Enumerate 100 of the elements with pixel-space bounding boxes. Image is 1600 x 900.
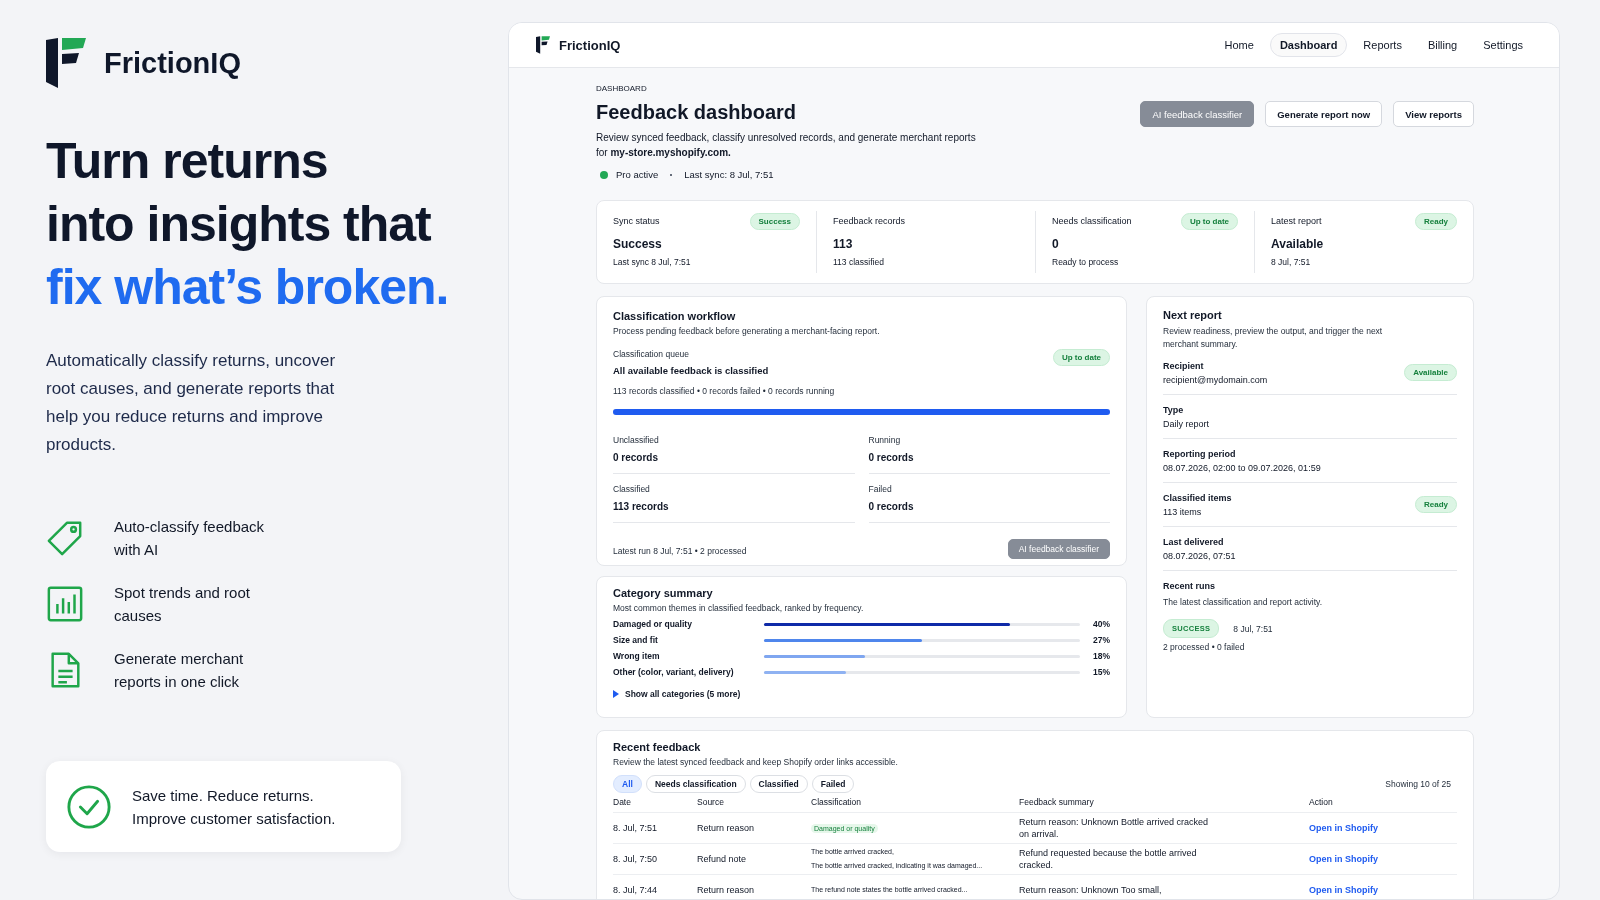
stat-value: Success (613, 237, 663, 251)
queue-status: All available feedback is classified (613, 365, 769, 376)
status-badge: Ready (1415, 212, 1457, 230)
table-cell-text: Return reason (697, 885, 756, 895)
tag-icon (46, 519, 84, 557)
card-description: Review readiness, preview the output, and trigger the next merchant summary. (1163, 325, 1383, 351)
stat-subtext: Ready to process (1052, 257, 1120, 267)
headline-line: into insights that (46, 195, 432, 254)
action-button[interactable]: Generate report now (1265, 101, 1383, 127)
cell-value: 0 records (868, 501, 915, 512)
table-cell-text: Return reason: Unknown Bottle arrived cracked on arrival. (1019, 816, 1210, 840)
logo-icon (46, 38, 86, 88)
category-name: Size and fit (613, 635, 659, 645)
field-value: 113 items (1163, 507, 1203, 517)
app-name: FrictionIQ (559, 37, 621, 53)
field-value: Daily report (1163, 419, 1209, 429)
nav-link[interactable]: Settings (1473, 33, 1533, 57)
triangle-icon (613, 690, 619, 698)
column-header: Date (613, 797, 632, 807)
cell-value: 113 records (613, 501, 670, 512)
cell-value: 0 records (613, 452, 660, 463)
category-name: Other (color, variant, delivery) (613, 667, 735, 677)
last-sync: Last sync: 8 Jul, 7:51 (684, 169, 774, 180)
card-title: Classification workflow (613, 310, 737, 322)
filter-chip[interactable]: Needs classification (645, 775, 746, 793)
stat-label: Sync status (613, 216, 660, 226)
status-badge: Available (1404, 363, 1457, 381)
feature-text: Auto-classify feedback with AI (114, 517, 266, 560)
category-name: Damaged or quality (613, 619, 693, 629)
stat-value: 113 (833, 237, 854, 251)
logo-icon (536, 36, 550, 54)
filter-chip[interactable]: All (613, 775, 642, 793)
hero-description: Automatically classify returns, uncover root causes, and generate reports that help you reduce returns and improve products. (46, 350, 337, 456)
card-title: Category summary (613, 587, 714, 599)
stat-subtext: 113 classified (833, 257, 885, 267)
filter-chip[interactable]: Failed (811, 775, 855, 793)
table-cell-text: 8. Jul, 7:51 (613, 823, 659, 833)
callout-text: Save time. Reduce returns. Improve customer satisfaction. (132, 785, 337, 829)
table-cell-text: 8. Jul, 7:50 (613, 854, 659, 864)
run-detail: 2 processed • 0 failed (1163, 642, 1246, 652)
action-button[interactable]: View reports (1393, 101, 1474, 127)
column-header: Action (1309, 797, 1334, 807)
category-percent: 18% (1092, 651, 1110, 661)
stat-value: 0 (1052, 237, 1060, 251)
open-link[interactable]: Open in Shopify (1309, 823, 1378, 833)
field-label: Type (1163, 405, 1185, 415)
cell-value: 0 records (868, 452, 915, 463)
column-header: Classification (811, 797, 863, 807)
column-header: Source (697, 797, 725, 807)
table-cell-text: 8. Jul, 7:44 (613, 885, 659, 895)
field-label: Reporting period (1163, 449, 1237, 459)
cell-label: Unclassified (613, 435, 660, 445)
bar-chart-icon (46, 585, 84, 623)
nav-link[interactable]: Dashboard (1269, 33, 1348, 57)
stat-label: Feedback records (833, 216, 906, 226)
run-time: 8 Jul, 7:51 (1233, 623, 1273, 634)
stat-label: Needs classification (1052, 216, 1132, 226)
status-badge: Up to date (1052, 349, 1110, 366)
status-badge: Success (749, 212, 800, 230)
category-percent: 15% (1092, 667, 1110, 677)
field-label: Classified items (1163, 493, 1232, 503)
brand-name: FrictionIQ (104, 46, 241, 80)
result-count: Showing 10 of 25 (1385, 779, 1451, 789)
open-link[interactable]: Open in Shopify (1309, 854, 1378, 864)
page-title: Feedback dashboard (596, 101, 798, 124)
queue-counts: 113 records classified • 0 records failed • 0 records running (613, 386, 836, 396)
cell-label: Failed (868, 484, 893, 494)
queue-label: Classification queue (613, 349, 691, 359)
nav-link[interactable]: Reports (1353, 33, 1412, 57)
table-cell-text: Return reason (697, 823, 756, 833)
stat-label: Latest report (1271, 216, 1322, 226)
card-title: Recent feedback (613, 741, 702, 753)
category-percent: 40% (1092, 619, 1110, 629)
page-description: Review synced feedback, classify unresolved records, and generate merchant reports for my-store.myshopify.com. (596, 131, 976, 160)
field-value: 08.07.2026, 07:51 (1163, 551, 1236, 561)
stat-value: Available (1271, 237, 1325, 251)
plan-status: Pro active (616, 169, 659, 180)
field-value: recipient@mydomain.com (1163, 375, 1268, 385)
field-label: Last delivered (1163, 537, 1225, 547)
section-description: The latest classification and report activity. (1163, 597, 1324, 607)
section-label: Recent runs (1163, 581, 1216, 591)
latest-run: Latest run 8 Jul, 7:51 • 2 processed (613, 546, 747, 556)
card-description: Process pending feedback before generating a merchant-facing report. (613, 326, 881, 336)
feature-text: Spot trends and root causes (114, 583, 251, 626)
category-percent: 27% (1092, 635, 1110, 645)
filter-chip[interactable]: Classified (749, 775, 808, 793)
card-description: Most common themes in classified feedback, ranked by frequency. (613, 603, 865, 613)
headline-accent: fix what’s broken. (46, 258, 450, 317)
table-cell-text: Refund requested because the bottle arrived cracked. (1019, 847, 1198, 871)
nav-link[interactable]: Home (1214, 33, 1264, 57)
field-value: 08.07.2026, 02:00 to 09.07.2026, 01:59 (1163, 463, 1321, 473)
headline-line: Turn returns (46, 132, 329, 191)
stat-subtext: 8 Jul, 7:51 (1271, 257, 1312, 267)
table-cell-text: Refund note (697, 854, 748, 864)
stat-subtext: Last sync 8 Jul, 7:51 (613, 257, 692, 267)
card-description: Review the latest synced feedback and keep Shopify order links accessible. (613, 757, 899, 767)
nav-link[interactable]: Billing (1417, 33, 1468, 57)
column-header: Feedback summary (1019, 797, 1095, 807)
open-link[interactable]: Open in Shopify (1309, 885, 1378, 895)
show-all-link[interactable]: Show all categories (5 more) (613, 689, 741, 699)
